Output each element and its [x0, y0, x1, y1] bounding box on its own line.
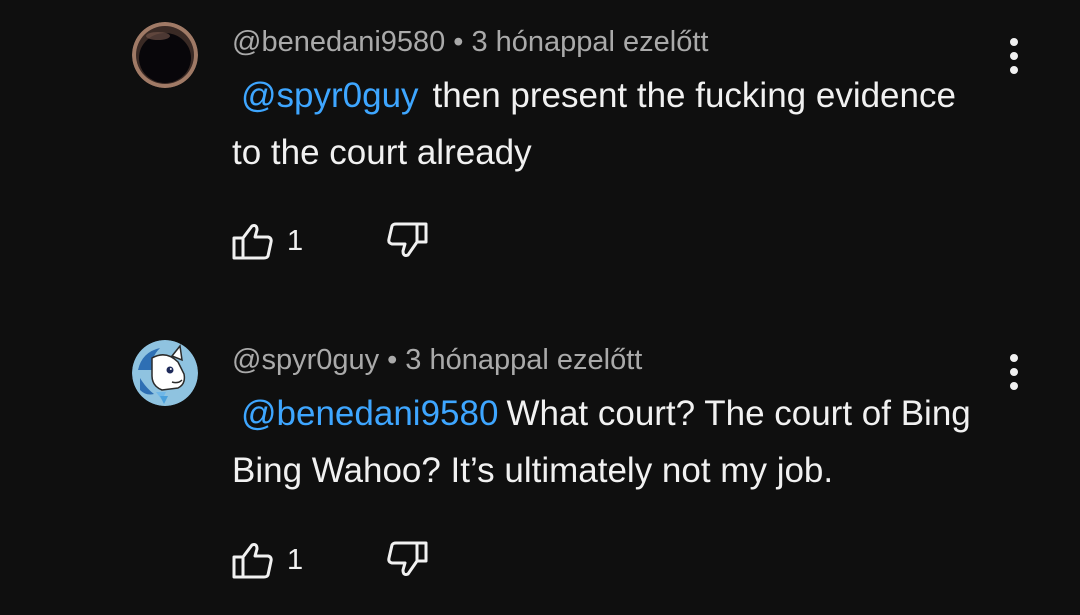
- separator-dot: •: [387, 344, 398, 376]
- thumbs-up-icon: [232, 543, 273, 579]
- avatar[interactable]: [132, 340, 198, 406]
- author-name[interactable]: @spyr0guy: [232, 344, 379, 376]
- like-button[interactable]: [230, 537, 276, 583]
- thumbs-down-icon: [387, 222, 428, 257]
- thumbs-down-icon: [387, 541, 428, 576]
- comment-text: @benedani9580 What court? The court of Bi…: [232, 385, 992, 499]
- like-count: 1: [287, 544, 304, 576]
- comment-time: 3 hónappal ezelőtt: [405, 344, 643, 376]
- author-name[interactable]: @benedani9580: [232, 26, 445, 58]
- dislike-button[interactable]: [384, 218, 430, 264]
- separator-dot: •: [453, 26, 464, 58]
- more-vertical-icon: [1010, 354, 1018, 390]
- dislike-button[interactable]: [384, 537, 430, 583]
- thumbs-up-icon: [232, 224, 273, 260]
- like-count: 1: [287, 225, 304, 257]
- mention-link[interactable]: @benedani9580: [241, 394, 498, 433]
- comment-menu-button[interactable]: [994, 348, 1034, 398]
- comment-menu-button[interactable]: [994, 32, 1034, 82]
- mention-link[interactable]: @spyr0guy: [241, 76, 419, 115]
- dark-circle-avatar-icon: [132, 22, 198, 88]
- comment-meta: @benedani9580 • 3 hónappal ezelőtt: [232, 25, 708, 59]
- more-vertical-icon: [1010, 38, 1018, 74]
- like-button[interactable]: [230, 218, 276, 264]
- avatar[interactable]: [132, 22, 198, 88]
- comment-time: 3 hónappal ezelőtt: [471, 26, 709, 58]
- comment-meta: @spyr0guy • 3 hónappal ezelőtt: [232, 343, 642, 377]
- cartoon-pony-avatar-icon: [132, 340, 198, 406]
- comment-text: @spyr0guy then present the fucking eviden…: [232, 67, 992, 181]
